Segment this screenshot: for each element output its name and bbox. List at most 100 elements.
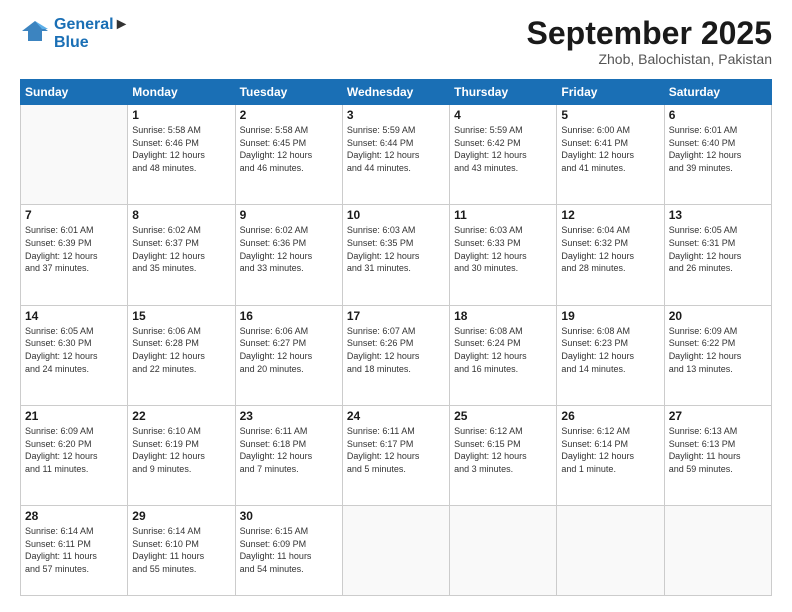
table-row: 4 Sunrise: 5:59 AM Sunset: 6:42 PM Daylig… [450, 105, 557, 205]
day-number: 8 [132, 208, 230, 222]
day-number: 20 [669, 309, 767, 323]
table-row [342, 506, 449, 596]
day-info: Sunrise: 5:58 AM Sunset: 6:46 PM Dayligh… [132, 124, 230, 174]
table-row: 8 Sunrise: 6:02 AM Sunset: 6:37 PM Daylig… [128, 205, 235, 305]
day-number: 2 [240, 108, 338, 122]
day-info: Sunrise: 6:06 AM Sunset: 6:27 PM Dayligh… [240, 325, 338, 375]
col-friday: Friday [557, 80, 664, 105]
table-row: 15 Sunrise: 6:06 AM Sunset: 6:28 PM Dayli… [128, 305, 235, 405]
day-number: 22 [132, 409, 230, 423]
day-info: Sunrise: 6:09 AM Sunset: 6:20 PM Dayligh… [25, 425, 123, 475]
day-info: Sunrise: 6:05 AM Sunset: 6:31 PM Dayligh… [669, 224, 767, 274]
table-row: 17 Sunrise: 6:07 AM Sunset: 6:26 PM Dayli… [342, 305, 449, 405]
location-subtitle: Zhob, Balochistan, Pakistan [527, 51, 772, 67]
day-info: Sunrise: 6:12 AM Sunset: 6:14 PM Dayligh… [561, 425, 659, 475]
day-number: 29 [132, 509, 230, 523]
table-row: 10 Sunrise: 6:03 AM Sunset: 6:35 PM Dayli… [342, 205, 449, 305]
table-row [450, 506, 557, 596]
day-info: Sunrise: 6:02 AM Sunset: 6:36 PM Dayligh… [240, 224, 338, 274]
day-number: 14 [25, 309, 123, 323]
day-info: Sunrise: 6:04 AM Sunset: 6:32 PM Dayligh… [561, 224, 659, 274]
table-row: 30 Sunrise: 6:15 AM Sunset: 6:09 PM Dayli… [235, 506, 342, 596]
calendar-week-row: 1 Sunrise: 5:58 AM Sunset: 6:46 PM Daylig… [21, 105, 772, 205]
table-row: 19 Sunrise: 6:08 AM Sunset: 6:23 PM Dayli… [557, 305, 664, 405]
day-number: 17 [347, 309, 445, 323]
day-number: 4 [454, 108, 552, 122]
table-row [557, 506, 664, 596]
day-info: Sunrise: 6:06 AM Sunset: 6:28 PM Dayligh… [132, 325, 230, 375]
calendar-table: Sunday Monday Tuesday Wednesday Thursday… [20, 79, 772, 596]
title-block: September 2025 Zhob, Balochistan, Pakist… [527, 16, 772, 67]
month-title: September 2025 [527, 16, 772, 51]
day-info: Sunrise: 6:11 AM Sunset: 6:17 PM Dayligh… [347, 425, 445, 475]
day-number: 25 [454, 409, 552, 423]
day-number: 1 [132, 108, 230, 122]
table-row: 27 Sunrise: 6:13 AM Sunset: 6:13 PM Dayli… [664, 405, 771, 505]
table-row: 6Sunrise: 6:01 AM Sunset: 6:40 PM Daylig… [664, 105, 771, 205]
page: General► Blue September 2025 Zhob, Baloc… [0, 0, 792, 612]
day-number: 13 [669, 208, 767, 222]
day-info: Sunrise: 6:07 AM Sunset: 6:26 PM Dayligh… [347, 325, 445, 375]
table-row: 3Sunrise: 5:59 AM Sunset: 6:44 PM Daylig… [342, 105, 449, 205]
col-tuesday: Tuesday [235, 80, 342, 105]
day-number: 7 [25, 208, 123, 222]
day-info: Sunrise: 6:02 AM Sunset: 6:37 PM Dayligh… [132, 224, 230, 274]
day-info: Sunrise: 5:59 AM Sunset: 6:42 PM Dayligh… [454, 124, 552, 174]
calendar-week-row: 21 Sunrise: 6:09 AM Sunset: 6:20 PM Dayli… [21, 405, 772, 505]
table-row: 25 Sunrise: 6:12 AM Sunset: 6:15 PM Dayli… [450, 405, 557, 505]
table-row: 29Sunrise: 6:14 AM Sunset: 6:10 PM Dayli… [128, 506, 235, 596]
calendar-week-row: 28 Sunrise: 6:14 AM Sunset: 6:11 PM Dayli… [21, 506, 772, 596]
day-info: Sunrise: 6:03 AM Sunset: 6:35 PM Dayligh… [347, 224, 445, 274]
col-saturday: Saturday [664, 80, 771, 105]
table-row: 28 Sunrise: 6:14 AM Sunset: 6:11 PM Dayli… [21, 506, 128, 596]
table-row [664, 506, 771, 596]
table-row: 21 Sunrise: 6:09 AM Sunset: 6:20 PM Dayli… [21, 405, 128, 505]
table-row [21, 105, 128, 205]
day-number: 11 [454, 208, 552, 222]
table-row: 2Sunrise: 5:58 AM Sunset: 6:45 PM Daylig… [235, 105, 342, 205]
day-info: Sunrise: 6:12 AM Sunset: 6:15 PM Dayligh… [454, 425, 552, 475]
day-info: Sunrise: 6:14 AM Sunset: 6:11 PM Dayligh… [25, 525, 123, 575]
day-number: 6 [669, 108, 767, 122]
calendar-week-row: 14 Sunrise: 6:05 AM Sunset: 6:30 PM Dayli… [21, 305, 772, 405]
day-info: Sunrise: 6:08 AM Sunset: 6:24 PM Dayligh… [454, 325, 552, 375]
calendar-week-row: 7 Sunrise: 6:01 AM Sunset: 6:39 PM Daylig… [21, 205, 772, 305]
logo-blue: Blue [54, 34, 129, 52]
day-number: 9 [240, 208, 338, 222]
table-row: 24 Sunrise: 6:11 AM Sunset: 6:17 PM Dayli… [342, 405, 449, 505]
logo-general: General [54, 16, 114, 33]
day-info: Sunrise: 6:15 AM Sunset: 6:09 PM Dayligh… [240, 525, 338, 575]
day-number: 21 [25, 409, 123, 423]
day-info: Sunrise: 6:13 AM Sunset: 6:13 PM Dayligh… [669, 425, 767, 475]
table-row: 20 Sunrise: 6:09 AM Sunset: 6:22 PM Dayli… [664, 305, 771, 405]
day-info: Sunrise: 6:11 AM Sunset: 6:18 PM Dayligh… [240, 425, 338, 475]
logo-icon [20, 19, 50, 49]
day-number: 15 [132, 309, 230, 323]
table-row: 26Sunrise: 6:12 AM Sunset: 6:14 PM Dayli… [557, 405, 664, 505]
day-info: Sunrise: 6:01 AM Sunset: 6:39 PM Dayligh… [25, 224, 123, 274]
day-number: 24 [347, 409, 445, 423]
table-row: 5Sunrise: 6:00 AM Sunset: 6:41 PM Daylig… [557, 105, 664, 205]
day-info: Sunrise: 6:09 AM Sunset: 6:22 PM Dayligh… [669, 325, 767, 375]
calendar-header-row: Sunday Monday Tuesday Wednesday Thursday… [21, 80, 772, 105]
day-number: 19 [561, 309, 659, 323]
day-number: 10 [347, 208, 445, 222]
day-info: Sunrise: 6:08 AM Sunset: 6:23 PM Dayligh… [561, 325, 659, 375]
day-info: Sunrise: 6:00 AM Sunset: 6:41 PM Dayligh… [561, 124, 659, 174]
col-sunday: Sunday [21, 80, 128, 105]
table-row: 7 Sunrise: 6:01 AM Sunset: 6:39 PM Daylig… [21, 205, 128, 305]
logo-text: General► Blue [54, 16, 129, 53]
day-number: 12 [561, 208, 659, 222]
day-number: 27 [669, 409, 767, 423]
day-number: 28 [25, 509, 123, 523]
day-number: 30 [240, 509, 338, 523]
day-info: Sunrise: 6:03 AM Sunset: 6:33 PM Dayligh… [454, 224, 552, 274]
table-row: 18Sunrise: 6:08 AM Sunset: 6:24 PM Dayli… [450, 305, 557, 405]
day-info: Sunrise: 5:59 AM Sunset: 6:44 PM Dayligh… [347, 124, 445, 174]
day-info: Sunrise: 6:05 AM Sunset: 6:30 PM Dayligh… [25, 325, 123, 375]
col-monday: Monday [128, 80, 235, 105]
day-info: Sunrise: 6:10 AM Sunset: 6:19 PM Dayligh… [132, 425, 230, 475]
header: General► Blue September 2025 Zhob, Baloc… [20, 16, 772, 67]
table-row: 23Sunrise: 6:11 AM Sunset: 6:18 PM Dayli… [235, 405, 342, 505]
table-row: 14 Sunrise: 6:05 AM Sunset: 6:30 PM Dayli… [21, 305, 128, 405]
